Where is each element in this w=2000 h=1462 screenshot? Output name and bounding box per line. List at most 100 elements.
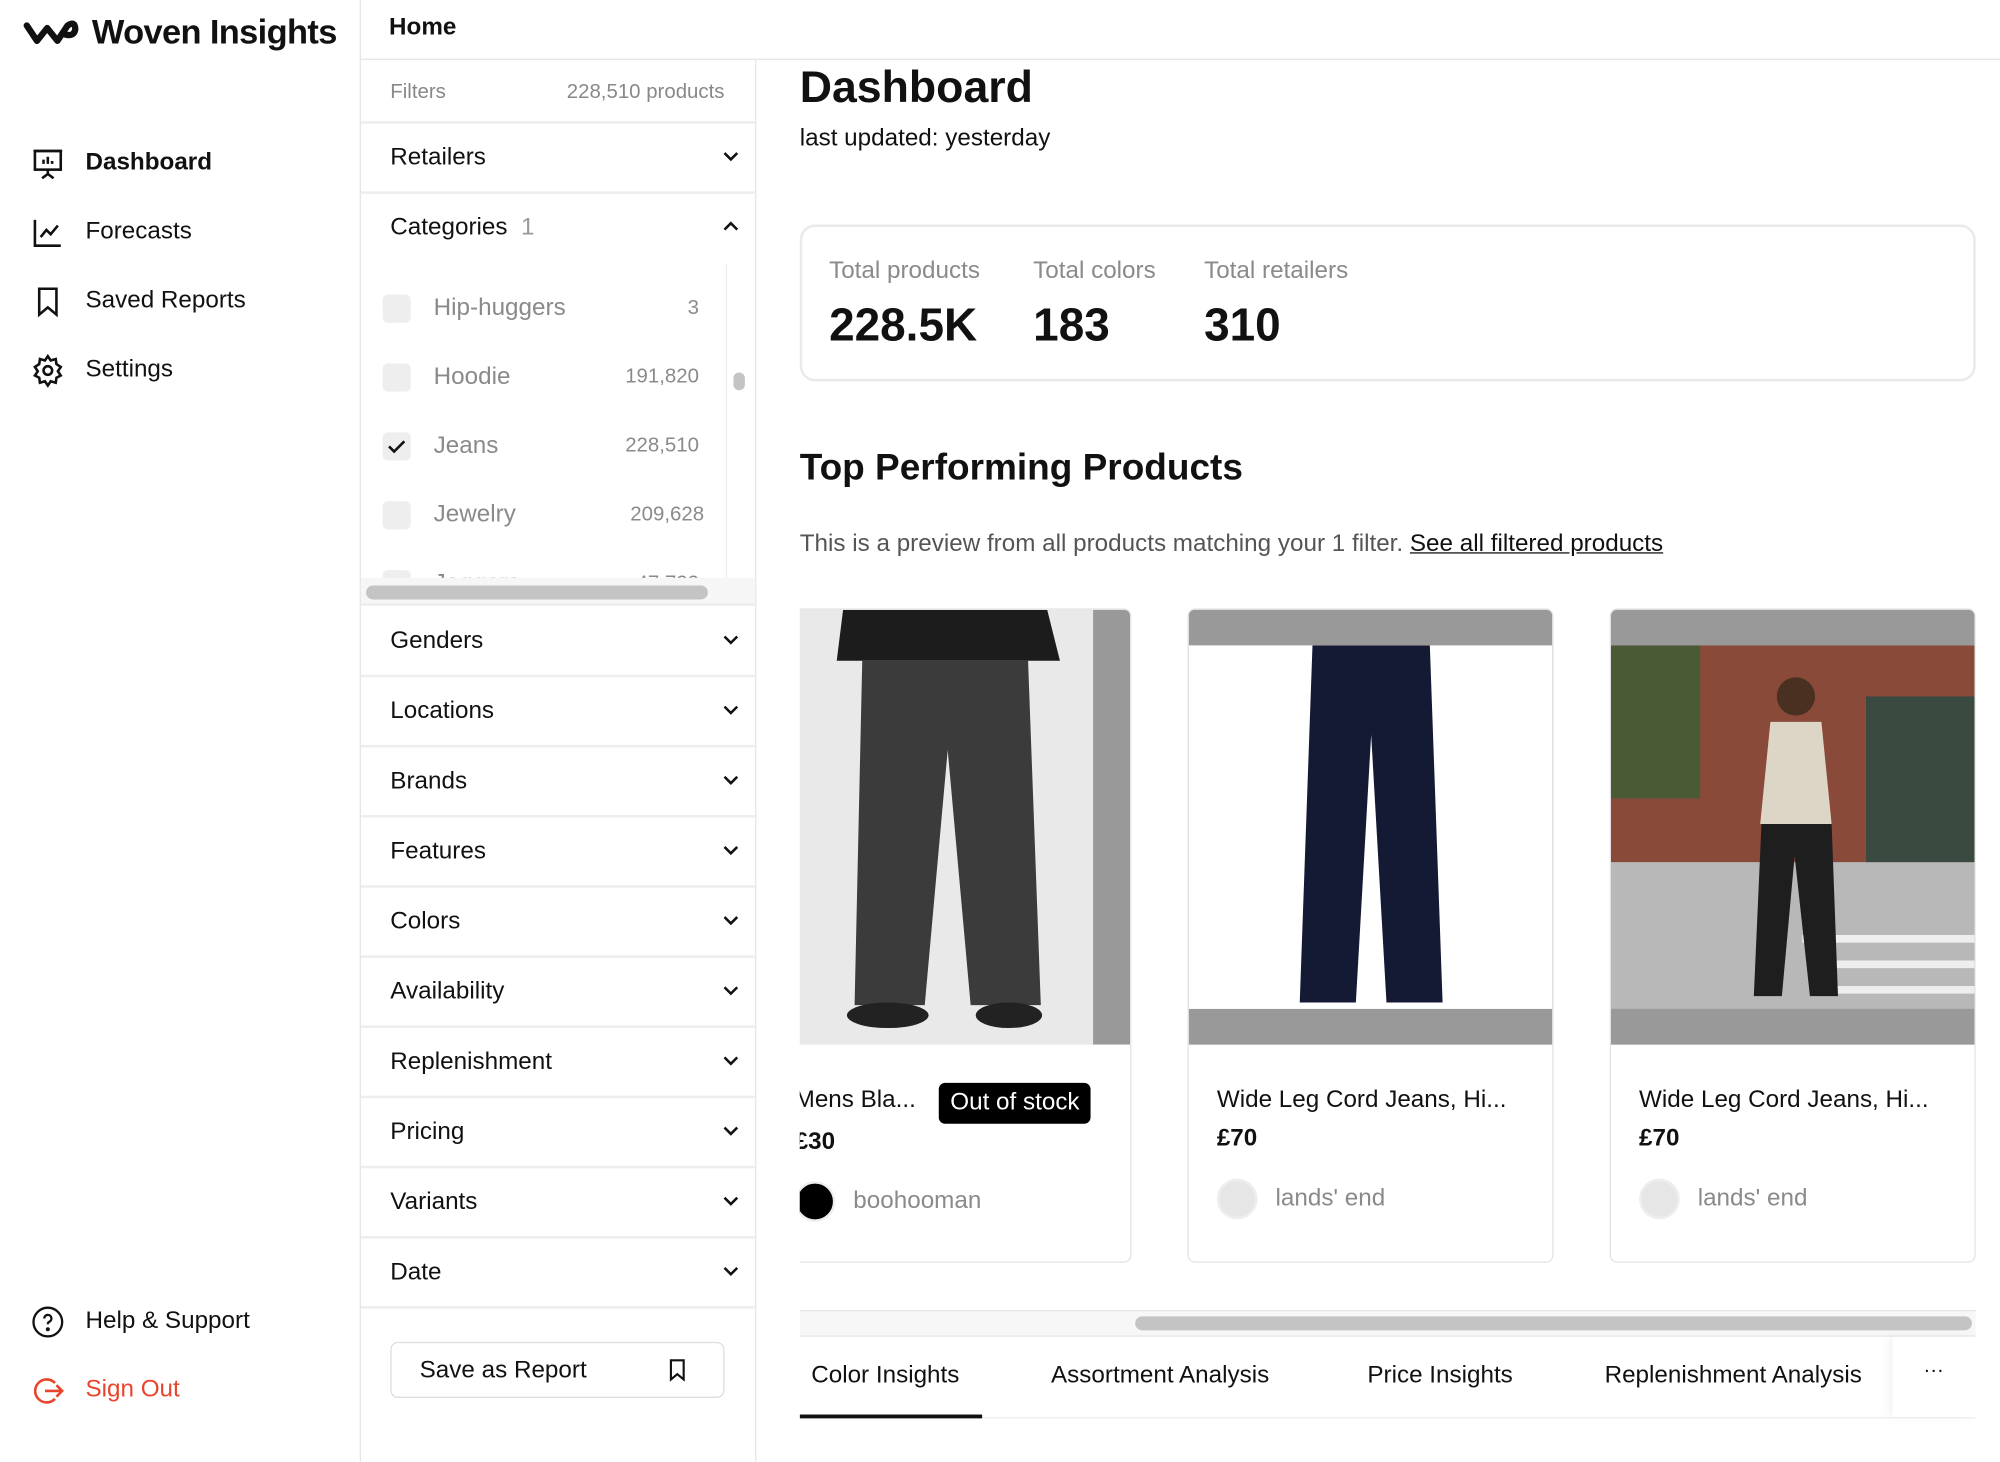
question-circle-icon <box>32 1305 64 1337</box>
breadcrumb[interactable]: Home <box>389 14 456 42</box>
brand-name: Woven Insights <box>91 12 338 52</box>
carousel-scrollbar[interactable] <box>1135 1316 1972 1331</box>
nav-label: Dashboard <box>85 149 213 177</box>
nav-label: Saved Reports <box>85 286 246 314</box>
tab-price-insights[interactable]: Price Insights <box>1367 1362 1512 1390</box>
tab-replenishment-analysis[interactable]: Replenishment Analysis <box>1605 1362 1862 1390</box>
filter-label: Replenishment <box>390 1048 552 1076</box>
sign-out-label: Sign Out <box>85 1376 180 1404</box>
jeans-photo <box>836 609 1060 1029</box>
product-title: Mens Bla... <box>799 1086 916 1114</box>
chevron-down-icon <box>723 1056 739 1066</box>
categories-label: Categories <box>390 214 508 242</box>
filter-replenishment[interactable]: Replenishment <box>360 1028 756 1099</box>
filter-label: Genders <box>390 627 484 655</box>
product-image <box>1188 609 1553 1045</box>
line-chart-icon <box>33 219 61 247</box>
vertical-scrollbar[interactable] <box>733 372 745 391</box>
sidebar-item-dashboard[interactable]: Dashboard <box>31 144 212 182</box>
filters-panel: Filters 228,510 products Retailers Categ… <box>360 59 757 1462</box>
checkbox[interactable] <box>382 501 411 530</box>
category-option[interactable]: Jeans 228,510 <box>382 429 715 467</box>
category-count: 191,820 <box>625 366 699 388</box>
help-label: Help & Support <box>85 1307 250 1335</box>
category-count: 228,510 <box>625 434 699 457</box>
retailer-logo <box>1639 1178 1680 1220</box>
filter-features[interactable]: Features <box>360 818 756 888</box>
filter-date[interactable]: Date <box>360 1239 756 1309</box>
filter-label: Categories 1 <box>390 214 534 242</box>
category-option[interactable]: Hoodie 191,820 <box>382 360 715 398</box>
chevron-down-icon <box>723 1266 739 1277</box>
filter-label: Colors <box>390 908 461 935</box>
filter-colors[interactable]: Colors <box>360 888 756 958</box>
product-price: £70 <box>1639 1124 1680 1152</box>
chevron-down-icon <box>723 1126 739 1136</box>
product-card[interactable]: Wide Leg Cord Jeans, Hi... £70 lands' en… <box>1187 608 1554 1263</box>
save-as-report-button[interactable]: Save as Report <box>390 1341 725 1398</box>
filter-label: Date <box>390 1258 442 1286</box>
filter-label: Retailers <box>390 144 486 171</box>
sidebar-item-saved-reports[interactable]: Saved Reports <box>31 282 246 320</box>
filter-brands[interactable]: Brands <box>360 747 756 818</box>
filter-label: Variants <box>390 1188 478 1216</box>
retailer-name: lands' end <box>1697 1184 1808 1212</box>
filter-availability[interactable]: Availability <box>360 958 756 1029</box>
checkbox[interactable] <box>382 294 411 323</box>
horizontal-scroll-track <box>360 577 756 606</box>
filter-genders[interactable]: Genders <box>360 607 756 678</box>
filter-variants[interactable]: Variants <box>360 1168 756 1239</box>
woven-logo-icon <box>23 19 79 44</box>
nav-label: Forecasts <box>85 218 192 245</box>
category-name: Hip-huggers <box>433 294 566 322</box>
active-tab-indicator <box>799 1414 983 1419</box>
tab-assortment-analysis[interactable]: Assortment Analysis <box>1051 1362 1269 1390</box>
filter-pricing[interactable]: Pricing <box>360 1098 756 1169</box>
product-title: Wide Leg Cord Jeans, Hi... <box>1639 1086 1929 1114</box>
sidebar-item-settings[interactable]: Settings <box>31 351 173 389</box>
filter-categories[interactable]: Categories 1 <box>361 194 755 264</box>
filters-header: Filters 228,510 products <box>360 60 756 124</box>
filter-retailers[interactable]: Retailers <box>360 124 756 194</box>
chevron-down-icon <box>723 986 739 996</box>
sign-out-button[interactable]: Sign Out <box>31 1371 180 1409</box>
retailer-logo <box>1216 1178 1258 1220</box>
retailer: lands' end <box>1639 1178 1808 1220</box>
filter-label: Features <box>390 838 486 865</box>
filter-locations[interactable]: Locations <box>360 677 756 748</box>
filter-label: Brands <box>390 767 468 795</box>
more-tabs-button[interactable]: ··· <box>1892 1336 1976 1418</box>
product-card[interactable]: Mens Bla... Out of stock £30 boohooman <box>799 608 1132 1263</box>
more-icon: ··· <box>1923 1359 1944 1382</box>
logo[interactable]: Woven Insights <box>23 13 337 53</box>
checkbox[interactable] <box>382 363 411 392</box>
nav-label: Settings <box>85 355 174 383</box>
product-count: 228,510 products <box>566 81 725 104</box>
carousel-scroll-track <box>799 1309 1976 1337</box>
products-carousel: Mens Bla... Out of stock £30 boohooman W… <box>799 0 1976 1462</box>
check-icon <box>388 440 406 454</box>
product-title: Wide Leg Cord Jeans, Hi... <box>1216 1086 1507 1114</box>
save-label: Save as Report <box>419 1357 587 1384</box>
category-option[interactable]: Jewelry 209,628 <box>382 497 715 535</box>
category-name: Jewelry <box>433 501 516 529</box>
checkbox-checked[interactable] <box>382 432 411 461</box>
chevron-down-icon <box>723 1196 739 1206</box>
product-card[interactable]: Wide Leg Cord Jeans, Hi... £70 lands' en… <box>1609 608 1976 1263</box>
product-price: £70 <box>1216 1124 1258 1152</box>
bookmark-icon <box>669 1359 685 1382</box>
category-option[interactable]: Hip-huggers 3 <box>382 291 715 329</box>
tab-color-insights[interactable]: Color Insights <box>811 1362 959 1390</box>
bookmark-icon <box>37 286 58 317</box>
selected-count-badge: 1 <box>520 214 535 242</box>
sidebar-item-forecasts[interactable]: Forecasts <box>31 213 192 251</box>
chevron-down-icon <box>723 846 739 856</box>
retailer-name: boohooman <box>853 1187 982 1215</box>
presentation-chart-icon <box>33 149 63 179</box>
horizontal-scrollbar[interactable] <box>366 585 708 600</box>
category-count: 3 <box>687 297 699 319</box>
gear-icon <box>33 353 63 388</box>
chevron-down-icon <box>723 152 739 162</box>
help-support-link[interactable]: Help & Support <box>31 1302 250 1340</box>
category-name: Hoodie <box>433 363 511 391</box>
